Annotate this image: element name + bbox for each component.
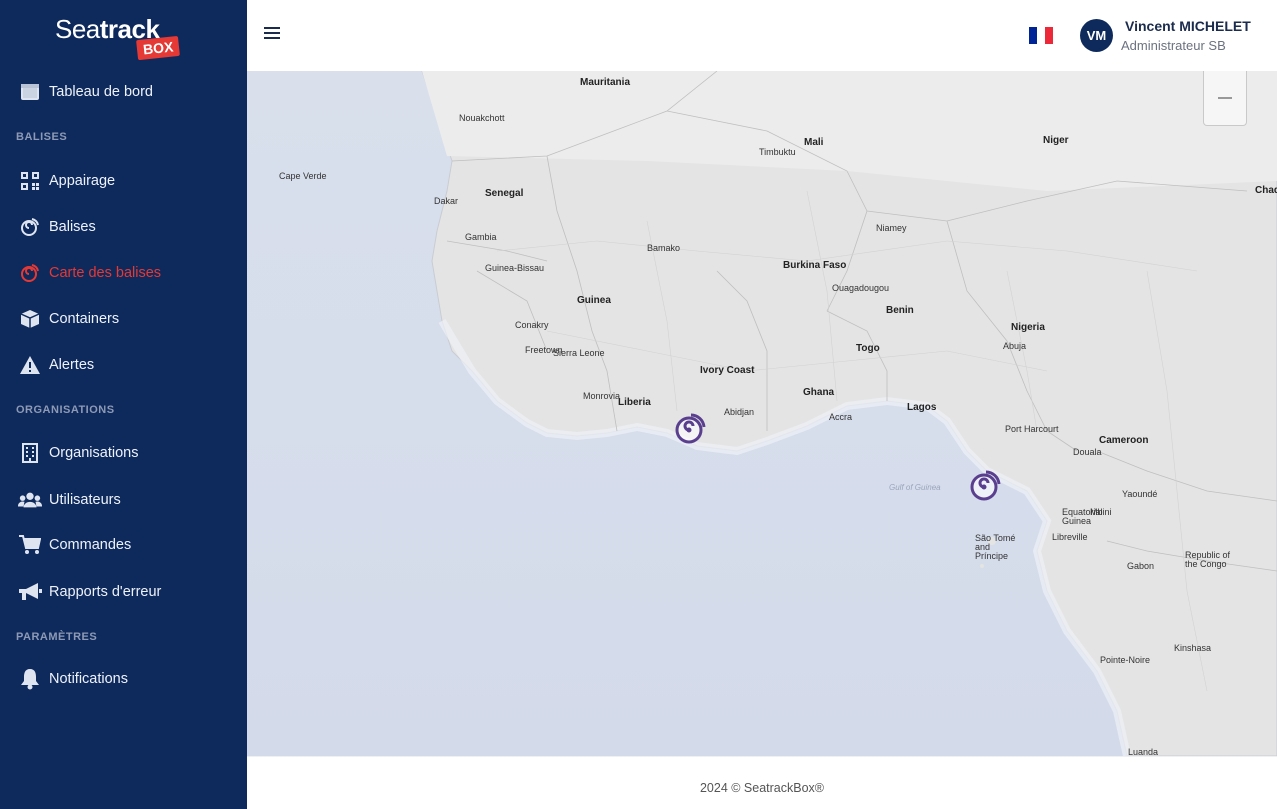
sidebar-item-label: Notifications — [49, 671, 128, 687]
map-label: Guinea-Bissau — [485, 263, 545, 273]
beacon-map-icon — [18, 261, 42, 285]
menu-toggle-icon[interactable] — [264, 24, 280, 44]
map-label: Yaoundé — [1122, 489, 1158, 499]
map-label: Guinea — [577, 295, 611, 306]
map-label: Mali — [804, 137, 824, 148]
map-label: Conakry — [515, 320, 549, 330]
map-label: Monrovia — [583, 391, 621, 401]
avatar[interactable]: VM — [1080, 19, 1113, 52]
seatrackbox-logo[interactable]: Seatrack BOX — [55, 14, 190, 64]
beacon-icon — [18, 215, 42, 239]
section-title-parametres: PARAMÈTRES — [16, 631, 98, 643]
building-icon — [18, 441, 42, 465]
map-label: Douala — [1073, 447, 1102, 457]
sidebar-item-label: Utilisateurs — [49, 492, 121, 508]
map-label: Cape Verde — [279, 171, 327, 181]
map-label: Ghana — [803, 387, 835, 398]
user-name[interactable]: Vincent MICHELET — [1125, 18, 1251, 34]
sidebar-item-label: Rapports d'erreur — [49, 584, 162, 600]
map-label: Mauritania — [580, 77, 631, 88]
map-label: Dakar — [434, 196, 459, 206]
map-label: Accra — [829, 412, 853, 422]
beacon-marker-icon — [970, 470, 1001, 501]
sidebar: Seatrack BOX Tableau de bord BALISES App… — [0, 0, 247, 809]
map-label: Niger — [1043, 135, 1069, 146]
sidebar-item-alertes[interactable]: Alertes — [18, 351, 94, 379]
sidebar-item-label: Containers — [49, 311, 120, 327]
map-label: Chad — [1255, 185, 1277, 196]
qr-code-icon — [18, 169, 42, 193]
sidebar-item-label: Alertes — [49, 357, 95, 373]
map-label: Timbuktu — [759, 147, 796, 157]
sidebar-item-commandes[interactable]: Commandes — [18, 531, 131, 559]
logo-box-badge: BOX — [136, 35, 181, 61]
minus-icon — [1218, 97, 1232, 99]
map-label: Togo — [856, 343, 880, 354]
map-label: Ivory Coast — [700, 365, 755, 376]
map-label: Port Harcourt — [1005, 424, 1059, 434]
top-header: VM Vincent MICHELET Administrateur SB — [247, 0, 1277, 71]
sidebar-item-label: Appairage — [49, 173, 116, 189]
sidebar-item-appairage[interactable]: Appairage — [18, 167, 115, 195]
section-title-organisations: ORGANISATIONS — [16, 404, 115, 416]
map-label: São Tomé and Príncipe — [975, 533, 1016, 561]
map-background — [247, 71, 1277, 756]
map-label: Benin — [886, 305, 914, 316]
sidebar-item-label: Tableau de bord — [49, 84, 153, 100]
map-label: Republic of the Congo — [1185, 550, 1231, 569]
dashboard-icon — [18, 80, 42, 104]
beacon-map[interactable]: Mauritania Mali Niger Chad Senegal Gambi… — [247, 71, 1277, 756]
sidebar-item-label: Balises — [49, 219, 96, 235]
map-label: Cameroon — [1099, 435, 1149, 446]
megaphone-icon — [18, 580, 42, 604]
sidebar-item-dashboard[interactable]: Tableau de bord — [18, 78, 153, 106]
map-label: Gulf of Guinea — [889, 483, 941, 492]
map-label: Gabon — [1127, 561, 1155, 571]
warning-icon — [18, 353, 42, 377]
sidebar-item-notifications[interactable]: Notifications — [18, 665, 128, 693]
map-label: Burkina Faso — [783, 260, 847, 271]
map-label: Luanda — [1128, 747, 1159, 756]
sidebar-item-balises[interactable]: Balises — [18, 213, 96, 241]
map-label: Mbini — [1090, 507, 1112, 517]
map-label: Libreville — [1052, 532, 1088, 542]
sidebar-item-label: Organisations — [49, 445, 139, 461]
map-label: Pointe-Noire — [1100, 655, 1151, 665]
map-label: Kinshasa — [1174, 643, 1212, 653]
map-label: Senegal — [485, 188, 524, 199]
map-label: Abidjan — [724, 407, 755, 417]
sidebar-item-utilisateurs[interactable]: Utilisateurs — [18, 486, 121, 514]
sidebar-item-organisations[interactable]: Organisations — [18, 439, 138, 467]
map-label: Gambia — [465, 232, 497, 242]
map-label: Nouakchott — [459, 113, 505, 123]
map-label: Nigeria — [1011, 322, 1045, 333]
beacon-marker-2[interactable] — [968, 467, 1004, 503]
box-icon — [18, 307, 42, 331]
france-flag-icon[interactable] — [1029, 27, 1053, 44]
sidebar-item-label: Commandes — [49, 537, 132, 553]
cart-icon — [18, 533, 42, 557]
user-role: Administrateur SB — [1121, 38, 1226, 53]
sidebar-item-carte-des-balises[interactable]: Carte des balises — [18, 259, 161, 287]
map-label: Lagos — [907, 402, 937, 413]
beacon-marker-icon — [675, 413, 706, 444]
map-label: Abuja — [1003, 341, 1027, 351]
sidebar-item-rapports-erreur[interactable]: Rapports d'erreur — [18, 578, 161, 606]
users-icon — [18, 488, 42, 512]
section-title-balises: BALISES — [16, 131, 68, 143]
zoom-out-button[interactable] — [1203, 71, 1247, 126]
map-label: Freetown — [525, 345, 563, 355]
map-label: Niamey — [876, 223, 907, 233]
sidebar-item-label: Carte des balises — [49, 265, 162, 281]
beacon-marker-1[interactable] — [673, 410, 709, 446]
map-label: Ouagadougou — [832, 283, 890, 293]
bell-icon — [18, 667, 42, 691]
map-label: Bamako — [647, 243, 681, 253]
copyright-text: 2024 © SeatrackBox® — [699, 781, 825, 795]
footer: 2024 © SeatrackBox® — [247, 756, 1277, 809]
map-label: Liberia — [618, 397, 651, 408]
sidebar-item-containers[interactable]: Containers — [18, 305, 119, 333]
